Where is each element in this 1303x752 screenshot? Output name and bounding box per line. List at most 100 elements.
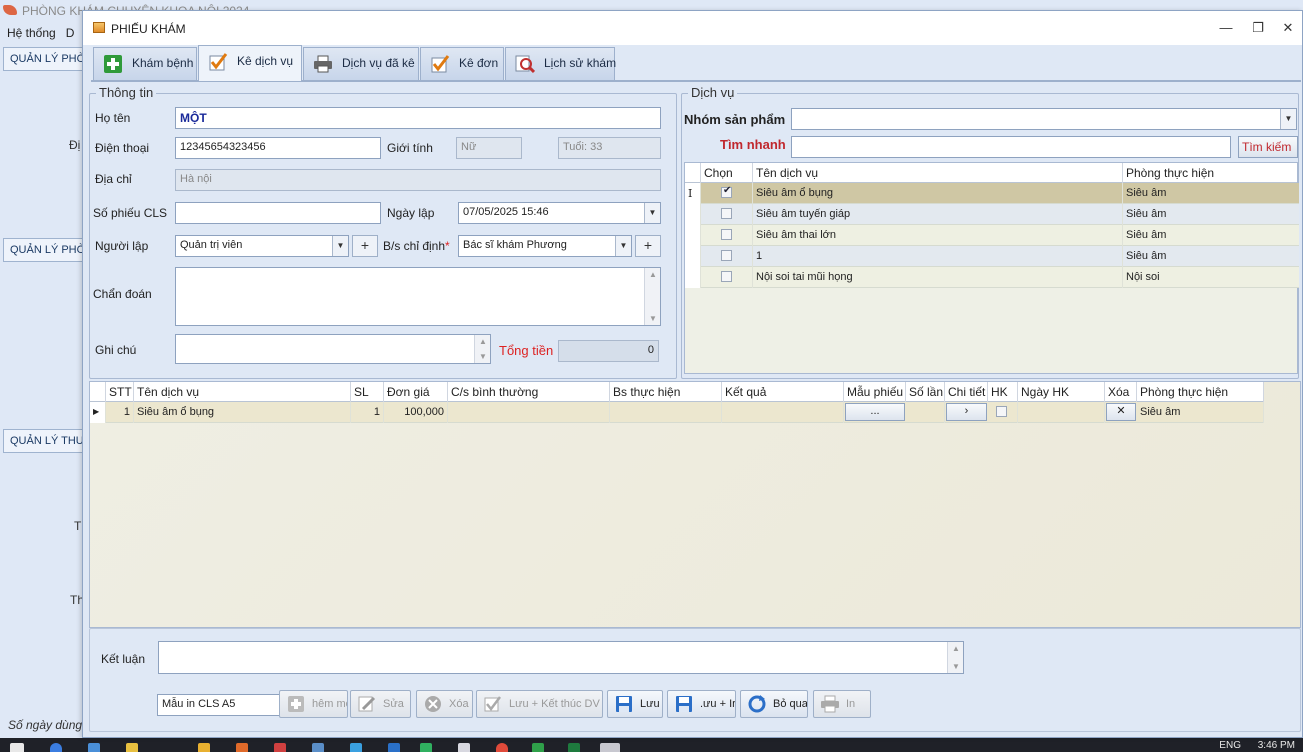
clock[interactable]: 3:46 PM [1244, 740, 1295, 751]
cell-service-name[interactable]: Siêu âm ổ bụng [134, 402, 351, 423]
cell-room[interactable]: Siêu âm [1123, 204, 1299, 225]
add-new-button[interactable]: hêm mớ [279, 690, 348, 718]
column-header[interactable]: Đơn giá [384, 382, 448, 402]
folder-icon[interactable] [126, 743, 138, 752]
hk-checkbox[interactable] [996, 406, 1007, 417]
app-icon[interactable] [88, 743, 100, 752]
delete-row-button[interactable]: ✕ [1106, 403, 1136, 421]
select-checkbox[interactable] [721, 271, 732, 282]
app-icon[interactable] [350, 743, 362, 752]
tab-ke-don[interactable]: Kê đơn [420, 47, 504, 80]
search-button[interactable]: Tìm kiếm [1238, 136, 1298, 158]
explorer-icon[interactable] [198, 743, 210, 752]
form-template-button[interactable]: ... [845, 403, 905, 421]
app-icon[interactable] [420, 743, 432, 752]
column-header[interactable]: Phòng thực hiện [1137, 382, 1264, 402]
name-field[interactable]: MỘT [175, 107, 661, 129]
service-row[interactable]: I Siêu âm ổ bụngSiêu âm [685, 183, 1299, 204]
app-icon[interactable] [236, 743, 248, 752]
tab-ke-dich-vu[interactable]: Kê dịch vụ [198, 45, 302, 81]
active-app-icon[interactable] [600, 743, 620, 752]
select-checkbox[interactable] [721, 185, 732, 198]
column-header[interactable]: Tên dịch vụ [134, 382, 351, 402]
column-header[interactable]: STT [106, 382, 134, 402]
column-header[interactable]: Chi tiết [945, 382, 988, 402]
app-icon[interactable] [388, 743, 400, 752]
cell-room[interactable]: Siêu âm [1123, 225, 1299, 246]
close-icon[interactable]: ✕ [1276, 19, 1300, 37]
service-row[interactable]: 1 Siêu âm [685, 246, 1299, 267]
note-textarea[interactable]: ▲ ▼ [175, 334, 491, 364]
cell-service-name[interactable]: Siêu âm ổ bụng [753, 183, 1123, 204]
creator-select[interactable]: Quản trị viên ▼ [175, 235, 349, 257]
save-and-finish-button[interactable]: Lưu + Kết thúc DV [476, 690, 603, 718]
cell-room[interactable]: Siêu âm [1123, 183, 1299, 204]
detail-button[interactable]: › [946, 403, 987, 421]
cell-select[interactable] [701, 246, 753, 267]
cell-service-name[interactable]: Siêu âm thai lớn [753, 225, 1123, 246]
cell-select[interactable] [701, 204, 753, 225]
scrollbar[interactable]: ▲ ▼ [474, 335, 490, 363]
column-header[interactable]: Bs thực hiện [610, 382, 722, 402]
cell-service-name[interactable]: Siêu âm tuyến giáp [753, 204, 1123, 225]
cls-field[interactable] [175, 202, 381, 224]
column-header[interactable]: Xóa [1105, 382, 1137, 402]
column-header[interactable]: Ngày HK [1018, 382, 1105, 402]
quick-search-input[interactable] [791, 136, 1231, 158]
delete-button[interactable]: Xóa [416, 690, 473, 718]
tab-dich-vu-da-ke[interactable]: Dịch vụ đã kê [303, 47, 419, 80]
conclusion-textarea[interactable]: ▲ ▼ [158, 641, 964, 674]
date-picker[interactable]: 07/05/2025 15:46 ▼ [458, 202, 661, 224]
minimize-icon[interactable]: — [1214, 19, 1238, 37]
chevron-down-icon[interactable]: ▼ [332, 236, 348, 256]
column-header[interactable]: C/s bình thường [448, 382, 610, 402]
chevron-down-icon[interactable]: ▼ [615, 236, 631, 256]
browser-icon[interactable] [50, 743, 62, 752]
scrollbar[interactable]: ▲ ▼ [947, 642, 963, 673]
column-header[interactable]: Tên dịch vụ [753, 163, 1123, 183]
cell-result[interactable] [722, 402, 844, 423]
cell-stt[interactable]: 1 [106, 402, 134, 423]
excel-icon[interactable] [568, 743, 580, 752]
chrome-icon[interactable] [496, 743, 508, 752]
phone-field[interactable]: 12345654323456 [175, 137, 381, 159]
column-header[interactable]: Phòng thực hiện [1123, 163, 1299, 183]
service-row[interactable]: Nội soi tai mũi họng Nội soi [685, 267, 1299, 288]
select-checkbox[interactable] [721, 208, 732, 219]
column-header[interactable]: Kết quả [722, 382, 844, 402]
product-group-select[interactable]: ▼ [791, 108, 1297, 130]
side-button-quan-ly-thu-chi[interactable]: QUẢN LÝ THU C [3, 429, 83, 453]
save-button[interactable]: Lưu [607, 690, 663, 718]
cell-times[interactable] [906, 402, 945, 423]
column-header[interactable]: Chọn [701, 163, 753, 183]
column-header[interactable]: SL [351, 382, 384, 402]
scrollbar[interactable]: ▲ ▼ [644, 268, 660, 325]
cell-price[interactable]: 100,000 [384, 402, 448, 423]
service-row[interactable]: Siêu âm tuyến giáp Siêu âm [685, 204, 1299, 225]
doctor-select[interactable]: Bác sĩ khám Phương ▼ [458, 235, 632, 257]
add-creator-button[interactable]: + [352, 235, 378, 257]
cell-select[interactable] [701, 183, 753, 204]
cell-normal[interactable] [448, 402, 610, 423]
cell-room[interactable]: Nội soi [1123, 267, 1299, 288]
app-icon[interactable] [532, 743, 544, 752]
skip-button[interactable]: Bỏ qua [740, 690, 808, 718]
cell-room[interactable]: Siêu âm [1123, 246, 1299, 267]
cell-select[interactable] [701, 225, 753, 246]
side-button-quan-ly-phong-2[interactable]: QUẢN LÝ PHÒN [3, 238, 83, 262]
column-header[interactable]: Mẫu phiếu [844, 382, 906, 402]
app-icon[interactable] [274, 743, 286, 752]
windows-start-icon[interactable] [10, 743, 24, 752]
column-header[interactable]: Số lần [906, 382, 945, 402]
diagnosis-textarea[interactable]: ▲ ▼ [175, 267, 661, 326]
chevron-down-icon[interactable]: ▼ [644, 203, 660, 223]
print-button[interactable]: In [813, 690, 871, 718]
menu-he-thong[interactable]: Hệ thống [0, 22, 56, 40]
cell-service-name[interactable]: Nội soi tai mũi họng [753, 267, 1123, 288]
table-row[interactable]: ▶ 1 Siêu âm ổ bụng 1 100,000 ... › ✕ Siê… [90, 402, 1264, 423]
column-header[interactable]: HK [988, 382, 1018, 402]
cell-select[interactable] [701, 267, 753, 288]
app-icon[interactable] [458, 743, 470, 752]
chevron-down-icon[interactable]: ▼ [1280, 109, 1296, 129]
print-template-select[interactable]: Mẫu in CLS A5 [157, 694, 281, 716]
